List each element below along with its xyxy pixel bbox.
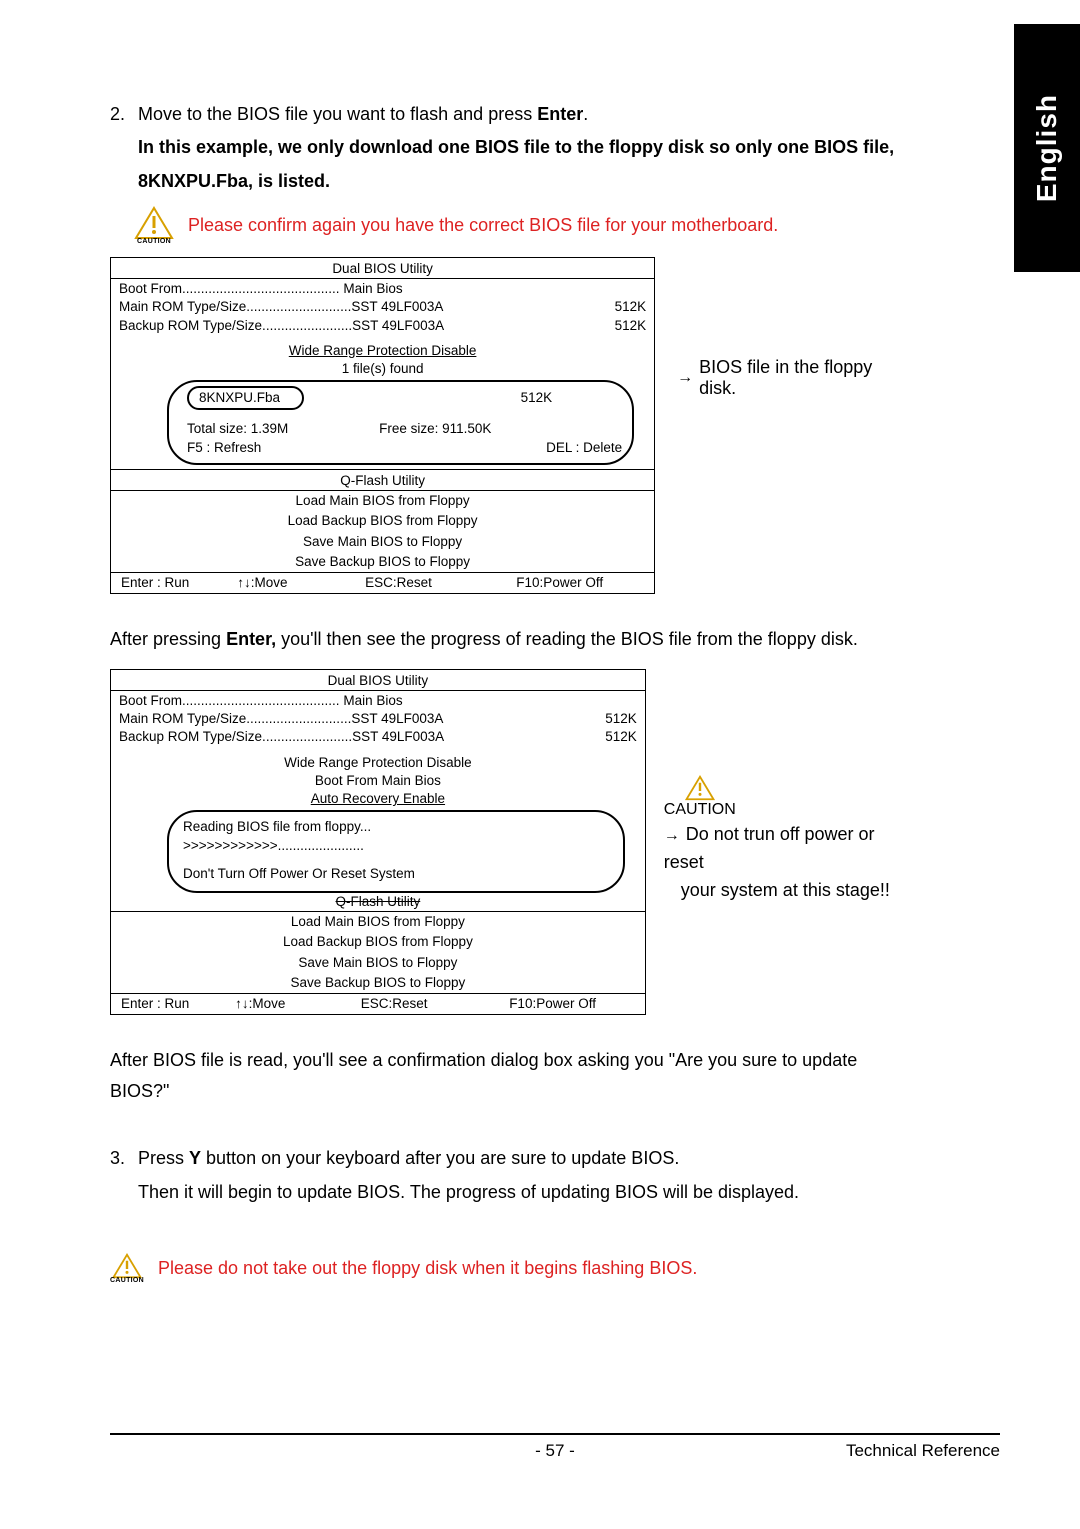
bios1-free-size: Free size: 911.50K <box>379 420 491 438</box>
bios1-file-box: 8KNXPU.Fba 512K Total size: 1.39M Free s… <box>167 380 634 465</box>
bios1-widerange: Wide Range Protection Disable <box>111 336 654 360</box>
bios2-save-backup[interactable]: Save Backup BIOS to Floppy <box>111 973 645 993</box>
bios2-title: Dual BIOS Utility <box>111 670 645 690</box>
do-not-note-b: your system at this stage!! <box>681 877 890 905</box>
step-3-line1: 3.Press Y button on your keyboard after … <box>110 1142 900 1175</box>
caution-triangle-icon <box>112 1253 142 1279</box>
bios1-key-move: ↑↓:Move <box>237 574 365 592</box>
arrow-right-icon: → <box>677 369 693 387</box>
after-read-text: After BIOS file is read, you'll see a co… <box>110 1045 900 1106</box>
bios1-bootfrom-val: Main Bios <box>343 281 402 296</box>
bios2-load-backup[interactable]: Load Backup BIOS from Floppy <box>111 932 645 952</box>
bios2-backrom-label: Backup ROM Type/Size....................… <box>119 729 352 744</box>
caution-2: CAUTION Please do not take out the flopp… <box>110 1253 900 1284</box>
bios1-load-backup[interactable]: Load Backup BIOS from Floppy <box>111 511 654 531</box>
bios1-save-backup[interactable]: Save Backup BIOS to Floppy <box>111 552 654 572</box>
floppy-note-1-text: BIOS file in the floppy disk. <box>699 357 900 399</box>
bios1-title: Dual BIOS Utility <box>111 258 654 278</box>
bios1-key-f10: F10:Power Off <box>516 574 644 592</box>
page-footer: - 57 - Technical Reference <box>110 1433 1000 1461</box>
step-2-number: 2. <box>110 98 138 131</box>
bios1-bootfrom-label: Boot From...............................… <box>119 281 340 296</box>
caution-1-text: Please confirm again you have the correc… <box>188 215 778 236</box>
caution-label-2: CAUTION <box>110 1277 144 1284</box>
page-number: - 57 - <box>110 1441 1000 1461</box>
bios1-total-size: Total size: 1.39M <box>187 420 288 438</box>
bios1-file-size: 512K <box>521 389 553 407</box>
bios2-key-row: Enter : Run ↑↓:Move ESC:Reset F10:Power … <box>111 994 645 1014</box>
bios1-backrom-val: SST 49LF003A <box>352 318 444 333</box>
bios2-widerange: Wide Range Protection Disable <box>111 748 645 772</box>
bios1-file-name: 8KNXPU.Fba <box>187 386 304 410</box>
step-2-text-a: Move to the BIOS file you want to flash … <box>138 104 537 124</box>
bios2-progress-box: Reading BIOS file from floppy... >>>>>>>… <box>167 810 625 893</box>
bios2-autorecovery: Auto Recovery Enable <box>111 790 645 808</box>
caution-icon-1: CAUTION <box>134 206 174 245</box>
bios2-bootfrom-val: Main Bios <box>343 693 402 708</box>
bios2-key-move: ↑↓:Move <box>235 995 361 1013</box>
dual-bios-utility-2: Dual BIOS Utility Boot From.............… <box>110 669 646 1016</box>
caution-icon-2: CAUTION <box>110 1253 144 1284</box>
bios2-backrom-val: SST 49LF003A <box>352 729 444 744</box>
bios2-backrom-size: 512K <box>605 728 637 746</box>
caution-2-text: Please do not take out the floppy disk w… <box>158 1258 697 1279</box>
bios1-key-enter: Enter : Run <box>121 574 237 592</box>
bios2-mainrom-size: 512K <box>605 710 637 728</box>
caution-triangle-icon <box>685 775 715 801</box>
step-2-enter: Enter <box>537 104 583 124</box>
floppy-note-1: → BIOS file in the floppy disk. <box>677 357 900 399</box>
step-3-number: 3. <box>110 1142 138 1175</box>
bios1-save-main[interactable]: Save Main BIOS to Floppy <box>111 532 654 552</box>
bios1-delete: DEL : Delete <box>546 439 622 457</box>
bios1-refresh: F5 : Refresh <box>187 439 261 457</box>
caution-label-3: CAUTION <box>664 801 736 819</box>
bios1-files-found: 1 file(s) found <box>111 360 654 378</box>
dual-bios-utility-1: Dual BIOS Utility Boot From.............… <box>110 257 655 594</box>
language-tab-text: English <box>1031 94 1063 202</box>
bios2-key-enter: Enter : Run <box>121 995 235 1013</box>
bios1-qflash: Q-Flash Utility <box>111 470 654 490</box>
step-3-line2: Then it will begin to update BIOS. The p… <box>110 1176 900 1209</box>
bios1-mainrom-val: SST 49LF003A <box>351 299 443 314</box>
bios1-key-row: Enter : Run ↑↓:Move ESC:Reset F10:Power … <box>111 573 654 593</box>
after-enter-text: After pressing Enter, you'll then see th… <box>110 624 900 655</box>
bios1-mainrom-label: Main ROM Type/Size......................… <box>119 299 351 314</box>
step-2-example-text: In this example, we only download one BI… <box>110 131 900 198</box>
caution-label-1: CAUTION <box>137 238 171 245</box>
bios2-bootfrom-label: Boot From...............................… <box>119 693 340 708</box>
bios2-key-esc: ESC:Reset <box>361 995 509 1013</box>
bios2-key-f10: F10:Power Off <box>509 995 635 1013</box>
caution-triangle-icon <box>134 206 174 240</box>
bios2-chevrons: >>>>>>>>>>>>....................... <box>183 837 609 855</box>
bios2-reading: Reading BIOS file from floppy... <box>183 818 609 836</box>
bios2-mainrom-label: Main ROM Type/Size......................… <box>119 711 351 726</box>
bios2-bootfrom2: Boot From Main Bios <box>111 772 645 790</box>
arrow-right-icon: → <box>664 827 680 844</box>
bios2-qflash: Q-Flash Utility <box>111 891 645 911</box>
caution-1: CAUTION Please confirm again you have th… <box>134 206 900 245</box>
caution-icon-3: CAUTION <box>664 775 736 819</box>
bios2-mainrom-val: SST 49LF003A <box>351 711 443 726</box>
do-not-note-a: Do not trun off power or reset <box>664 824 875 872</box>
language-tab: English <box>1014 24 1080 272</box>
bios2-dont-off: Don't Turn Off Power Or Reset System <box>183 865 609 883</box>
bios1-mainrom-size: 512K <box>615 298 647 316</box>
bios1-backrom-size: 512K <box>615 317 647 335</box>
step-2-heading: 2.Move to the BIOS file you want to flas… <box>110 98 900 131</box>
do-not-note: CAUTION →Do not trun off power or reset … <box>664 775 900 905</box>
bios2-load-main[interactable]: Load Main BIOS from Floppy <box>111 912 645 932</box>
bios2-save-main[interactable]: Save Main BIOS to Floppy <box>111 953 645 973</box>
bios1-key-esc: ESC:Reset <box>365 574 516 592</box>
step-2-period: . <box>583 104 588 124</box>
bios1-load-main[interactable]: Load Main BIOS from Floppy <box>111 491 654 511</box>
bios1-backrom-label: Backup ROM Type/Size....................… <box>119 318 352 333</box>
